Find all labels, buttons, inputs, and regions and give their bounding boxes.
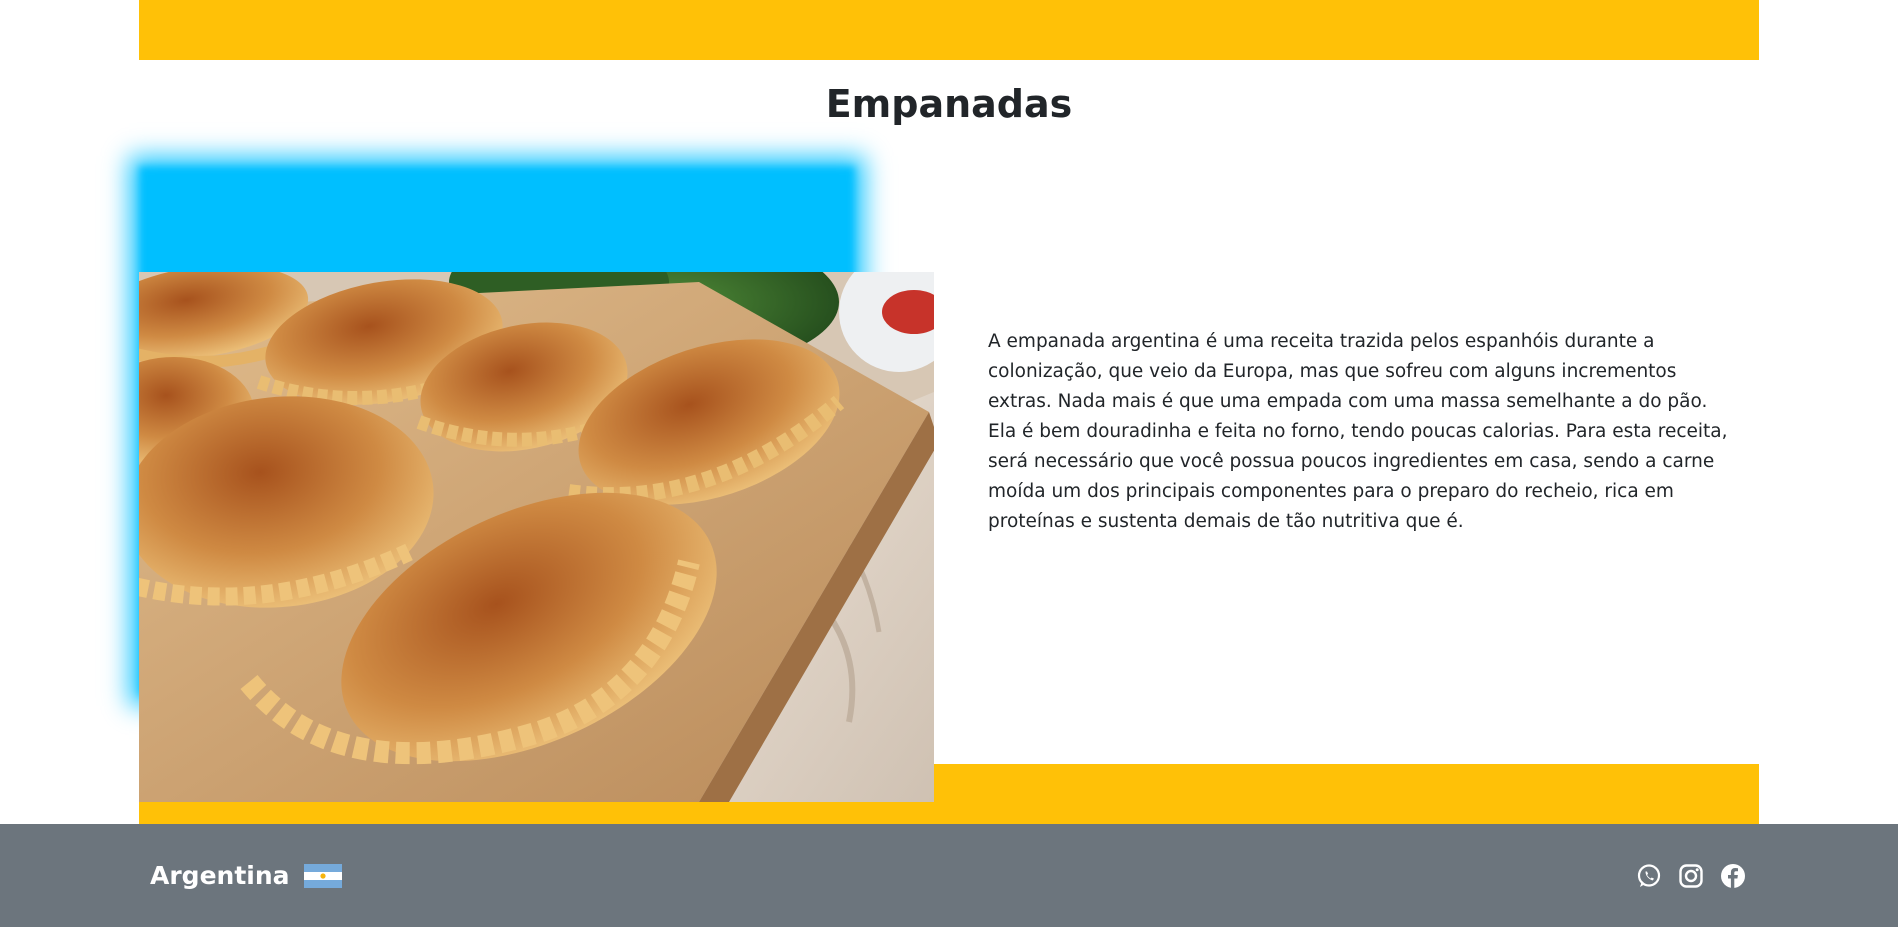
footer-brand-link[interactable]: Argentina	[150, 824, 342, 927]
page-title: Empanadas	[825, 82, 1073, 126]
whatsapp-icon[interactable]	[1636, 863, 1662, 889]
argentina-flag-icon	[303, 863, 342, 888]
footer-brand-name: Argentina	[150, 861, 290, 890]
top-accent-band	[139, 0, 1759, 60]
page: Empanadas A empanada argentina é uma rec…	[0, 0, 1898, 927]
instagram-icon[interactable]	[1678, 863, 1704, 889]
empanadas-photo	[139, 272, 934, 802]
recipe-description: A empanada argentina é uma receita trazi…	[988, 331, 1728, 532]
footer: Argentina	[0, 824, 1898, 927]
social-links	[1636, 824, 1746, 927]
facebook-icon[interactable]	[1720, 863, 1746, 889]
